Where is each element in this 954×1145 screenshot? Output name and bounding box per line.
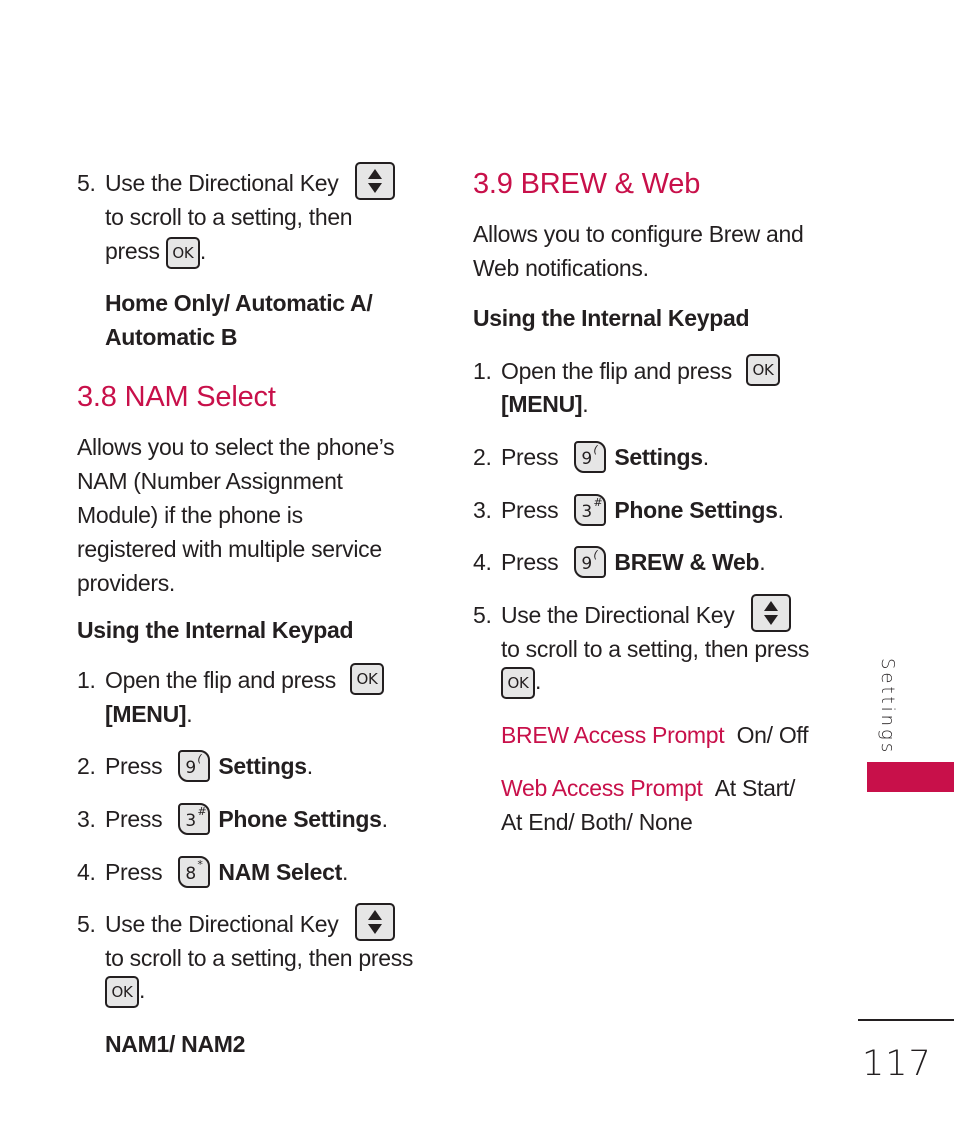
key-3-icon: 3 # — [178, 802, 211, 835]
description-line: Allows you to configure Brew and — [473, 221, 804, 247]
step-text: Use the Directional Key — [105, 170, 339, 196]
subheading-internal-keypad: Using the Internal Keypad — [77, 617, 354, 643]
page-number-divider — [858, 1019, 954, 1021]
options-line1: Home Only/ Automatic A/ — [105, 290, 373, 316]
step-text-line3: OK. — [473, 664, 541, 699]
step-1: 1. Open the flip and press OK — [77, 662, 385, 697]
section-description: Allows you to configure Brew and Web not… — [473, 217, 833, 285]
step-text: Open the flip and press — [501, 358, 732, 384]
step-number: 3. — [473, 497, 492, 523]
description-line: Module) if the phone is — [77, 502, 303, 528]
step-3: 3. Press 3 # Phone Settings. — [473, 493, 784, 527]
ok-key-icon: OK — [165, 236, 200, 269]
step-text: Press — [105, 806, 163, 832]
step-number: 2. — [77, 753, 96, 779]
step-text: Press — [501, 497, 559, 523]
step-5-intro: 5. Use the Directional Key — [77, 161, 395, 200]
step-number: 1. — [77, 667, 96, 693]
key-8-icon: 8 * — [178, 855, 211, 888]
step-text: Use the Directional Key — [105, 911, 339, 937]
key-9-icon: 9( — [574, 545, 607, 578]
step-number: 3. — [77, 806, 96, 832]
step-text-line2: to scroll to a setting, then — [105, 204, 353, 230]
step-target: Settings — [218, 753, 307, 779]
step-text: Press — [501, 549, 559, 575]
step-target: Settings — [614, 444, 703, 470]
options-nam: NAM1/ NAM2 — [105, 1031, 246, 1057]
menu-label: [MENU]. — [105, 701, 193, 727]
page-number: 117 — [862, 1044, 932, 1084]
subheading-internal-keypad: Using the Internal Keypad — [473, 305, 750, 331]
section-tab-label: Settings — [877, 658, 898, 756]
step-text-line2: to scroll to a setting, then press — [105, 945, 414, 971]
setting-web-access-prompt: Web Access Prompt At Start/ — [473, 771, 795, 805]
step-text-line2: to scroll to a setting, then press — [501, 636, 810, 662]
step-number: 4. — [77, 859, 96, 885]
setting-brew-access-prompt: BREW Access Prompt On/ Off — [473, 718, 809, 752]
step-target: BREW & Web — [614, 549, 760, 575]
step-text-line3: OK. — [77, 973, 145, 1008]
step-target: Phone Settings — [614, 497, 778, 523]
step-target: NAM Select — [218, 859, 342, 885]
step-text: Press — [501, 444, 559, 470]
step-4: 4. Press 8 * NAM Select. — [77, 855, 348, 889]
step-2: 2. Press 9(Settings. — [77, 749, 313, 783]
description-line: Allows you to select the phone’s — [77, 434, 395, 460]
key-9-icon: 9( — [574, 440, 607, 473]
setting-name: BREW Access Prompt — [501, 722, 725, 748]
section-tab-marker — [867, 762, 954, 792]
step-1: 1. Open the flip and press OK — [473, 353, 781, 388]
step-text: Open the flip and press — [105, 667, 336, 693]
menu-label: [MENU]. — [501, 391, 589, 417]
section-heading-nam-select: 3.8 NAM Select — [77, 381, 276, 413]
directional-key-icon — [750, 593, 791, 632]
ok-key-icon: OK — [105, 975, 139, 1008]
directional-key-icon — [354, 161, 395, 200]
ok-key-icon: OK — [501, 666, 535, 699]
step-text: Use the Directional Key — [501, 602, 735, 628]
step-number: 5. — [77, 911, 96, 937]
setting-values: On/ Off — [736, 722, 809, 748]
step-4: 4. Press 9(BREW & Web. — [473, 545, 766, 579]
step-number: 5. — [473, 602, 492, 628]
options-line2: Automatic B — [105, 324, 238, 350]
step-number: 1. — [473, 358, 492, 384]
step-number: 4. — [473, 549, 492, 575]
key-9-icon: 9( — [178, 749, 211, 782]
setting-values: At Start/ — [714, 775, 796, 801]
setting-name: Web Access Prompt — [501, 775, 703, 801]
description-line: Web notifications. — [473, 255, 649, 281]
step-text: Press — [105, 753, 163, 779]
step-target: Phone Settings — [218, 806, 382, 832]
ok-key-icon: OK — [746, 353, 781, 386]
step-number: 5. — [77, 170, 96, 196]
key-3-icon: 3 # — [574, 493, 607, 526]
directional-key-icon — [354, 902, 395, 941]
step-text-line3: press OK. — [77, 234, 206, 269]
description-line: registered with multiple service — [77, 536, 382, 562]
ok-key-icon: OK — [350, 662, 385, 695]
section-heading-brew-web: 3.9 BREW & Web — [473, 168, 701, 200]
description-line: NAM (Number Assignment — [77, 468, 343, 494]
step-5: 5. Use the Directional Key — [473, 593, 791, 632]
step-2: 2. Press 9(Settings. — [473, 440, 709, 474]
step-5: 5. Use the Directional Key — [77, 902, 395, 941]
setting-values-cont: At End/ Both/ None — [501, 809, 693, 835]
step-text: Press — [105, 859, 163, 885]
section-description: Allows you to select the phone’s NAM (Nu… — [77, 430, 437, 600]
description-line: providers. — [77, 570, 175, 596]
step-3: 3. Press 3 # Phone Settings. — [77, 802, 388, 836]
step-number: 2. — [473, 444, 492, 470]
